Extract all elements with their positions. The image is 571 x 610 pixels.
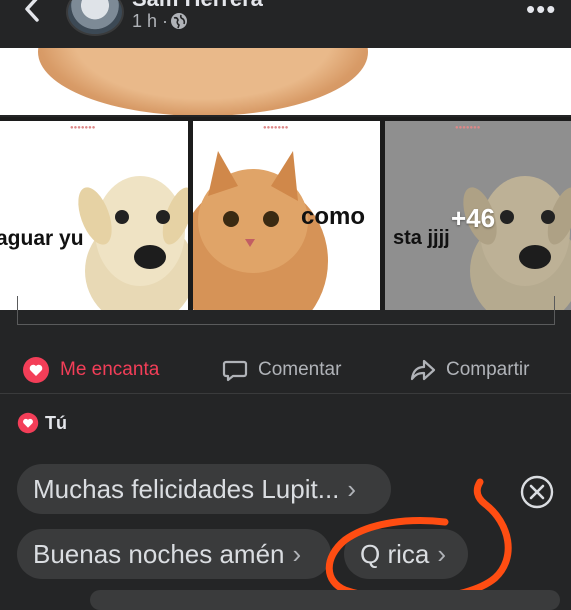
back-icon[interactable] <box>18 0 48 24</box>
quick-reply-chip[interactable]: Q rica › <box>344 529 468 579</box>
quick-reply-chip[interactable]: Muchas felicidades Lupit... › <box>17 464 391 514</box>
photo-grid: ●●●●●●● aguar yu ●●●●●●● como ●●●●●●● st… <box>0 117 571 310</box>
photo-grid-item[interactable]: ●●●●●●● como <box>193 121 380 310</box>
meme-text: aguar yu <box>0 227 84 250</box>
chevron-right-icon: › <box>347 473 357 504</box>
comment-label: Comentar <box>258 359 342 380</box>
meme-text: sta jjjj <box>393 227 450 249</box>
photo-grid-item[interactable]: ●●●●●●● aguar yu <box>0 121 188 310</box>
photo-grid-item[interactable]: ●●●●●●● sta jjjj +46 <box>385 121 571 310</box>
share-label: Compartir <box>446 359 530 380</box>
share-button[interactable]: Compartir <box>410 355 529 385</box>
love-label: Me encanta <box>60 359 160 380</box>
meme-text: como <box>301 203 366 230</box>
reactions-label: Tú <box>45 412 67 433</box>
quick-reply-text: Muchas felicidades Lupit... <box>33 473 340 504</box>
post-image-top[interactable] <box>0 48 571 115</box>
post-timestamp[interactable]: 1 h · <box>132 11 168 32</box>
chevron-right-icon: › <box>437 538 447 569</box>
reactions-summary[interactable]: Tú <box>17 412 67 434</box>
heart-icon <box>23 357 49 383</box>
comment-icon <box>222 360 248 382</box>
globe-icon <box>171 13 187 29</box>
more-icon[interactable]: ••• <box>526 0 556 25</box>
quick-reply-text: Q rica <box>360 538 430 569</box>
quick-reply-text: Buenas noches amén <box>33 538 285 569</box>
more-photos-count[interactable]: +46 <box>451 203 495 234</box>
close-circle-icon[interactable] <box>520 475 554 509</box>
love-reaction-button[interactable]: Me encanta <box>22 355 159 385</box>
link-preview-box <box>17 296 555 325</box>
comment-input-bar[interactable] <box>90 590 560 610</box>
divider <box>0 393 571 394</box>
quick-reply-chip[interactable]: Buenas noches amén › <box>17 529 331 579</box>
comment-button[interactable]: Comentar <box>222 355 341 385</box>
heart-icon <box>17 412 39 434</box>
chevron-right-icon: › <box>292 538 302 569</box>
avatar[interactable] <box>66 0 124 36</box>
share-icon <box>410 359 436 381</box>
